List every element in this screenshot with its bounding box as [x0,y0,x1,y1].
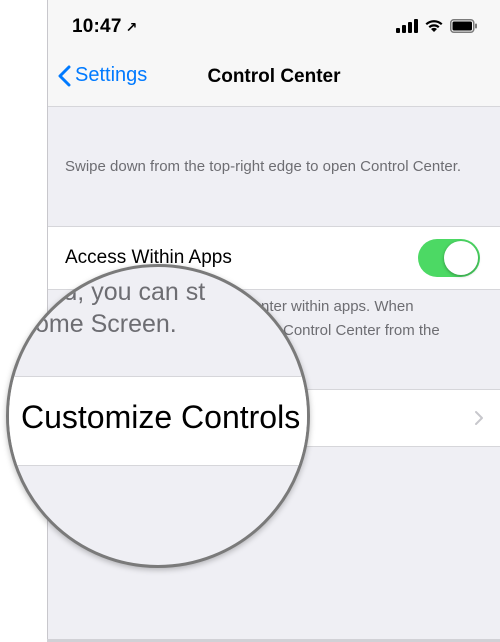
section-description: Swipe down from the top-right edge to op… [65,158,462,175]
battery-icon [450,18,477,33]
wifi-icon [425,20,443,32]
time-text: 10:47 [72,16,122,37]
status-icons [396,18,478,33]
status-time: 10:47 ↗ [72,16,138,38]
page-title: Control Center [207,66,341,87]
access-within-apps-toggle[interactable] [418,239,480,277]
magnified-footnote-line-1: ıled, you can st [37,278,206,306]
location-arrow-icon: ↗ [125,19,138,35]
magnified-customize-row[interactable]: Customize Controls [9,376,307,466]
magnified-footnote-line-2: ome Screen. [35,310,177,338]
toggle-knob [444,241,478,275]
cellular-signal-icon [396,18,418,33]
magnifier-lens: ıled, you can st ome Screen. Customize C… [6,264,310,568]
customize-controls-label: Customize Controls [21,399,301,435]
navigation-bar: 10:47 ↗ Settings Control Center [48,0,500,107]
chevron-right-icon [475,411,483,425]
